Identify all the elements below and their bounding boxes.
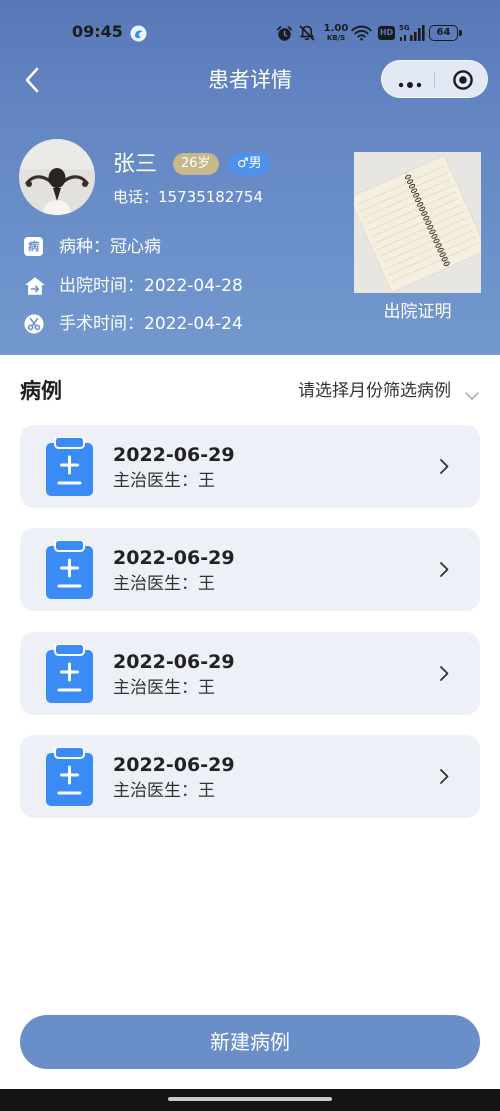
patient-phone: 电话：15735182754 [113,186,263,208]
doctor-label: 主治医生： [113,471,198,491]
target-close-icon[interactable] [452,69,474,91]
network-speed: 1.00 KB/S [323,23,349,43]
discharge-row: 出院时间：2022-04-28 [24,274,324,298]
surgery-label: 手术时间： [59,314,144,334]
discharge-date: 2022-04-28 [144,276,243,296]
clipboard-icon [46,643,93,703]
chevron-down-icon[interactable] [464,386,480,400]
gender-badge: ♂男 [229,153,270,175]
clipboard-icon [46,539,93,599]
doctor-label: 主治医生： [113,574,198,594]
status-time: 09:45 [72,22,123,41]
doctor-name: 王 [198,574,215,594]
disease-label: 病种： [59,237,110,257]
certificate-caption: 出院证明 [383,302,452,322]
mini-program-capsule [381,60,488,98]
chevron-right-icon [438,768,450,785]
chevron-right-icon [438,665,450,682]
surgery-date: 2022-04-24 [144,314,243,334]
battery-icon: 64 [429,25,458,41]
doctor-name: 王 [198,471,215,491]
case-card[interactable]: 2022-06-29 主治医生：王 [20,735,480,818]
battery-nub [459,30,462,36]
patient-name: 张三 [113,152,158,177]
case-doctor: 主治医生：王 [113,676,215,700]
section-title: 病例 [20,379,62,403]
chevron-right-icon [438,458,450,475]
age-badge: 26岁 [173,153,219,175]
new-case-button[interactable]: 新建病例 [20,1015,480,1069]
case-date: 2022-06-29 [113,547,235,569]
doctor-name: 王 [198,678,215,698]
case-date: 2022-06-29 [113,651,235,673]
clipboard-icon [46,746,93,806]
clipboard-icon [46,436,93,496]
mute-icon [298,24,316,46]
wifi-icon [351,25,372,45]
case-doctor: 主治医生：王 [113,779,215,803]
phone-number: 15735182754 [158,188,263,206]
discharge-certificate-photo[interactable] [354,152,481,293]
more-dots-icon[interactable] [397,75,423,88]
discharge-icon [24,276,46,296]
disease-text: 病种：冠心病 [59,235,161,259]
case-doctor: 主治医生：王 [113,572,215,596]
case-card[interactable]: 2022-06-29 主治医生：王 [20,632,480,715]
capsule-divider [434,71,435,89]
case-card[interactable]: 2022-06-29 主治医生：王 [20,425,480,508]
surgery-icon [24,314,46,334]
chevron-right-icon [438,561,450,578]
doctor-name: 王 [198,781,215,801]
doctor-label: 主治医生： [113,781,198,801]
surgery-row: 手术时间：2022-04-24 [24,312,324,336]
alarm-icon [276,25,293,46]
avatar [19,139,95,215]
disease-icon: 病 [24,237,43,256]
phone-label: 电话： [113,188,159,206]
doctor-label: 主治医生： [113,678,198,698]
discharge-label: 出院时间： [59,276,144,296]
case-date: 2022-06-29 [113,444,235,466]
network-speed-unit: KB/S [326,34,346,42]
disease-value: 冠心病 [110,237,161,257]
surgery-text: 手术时间：2022-04-24 [59,312,243,336]
case-card[interactable]: 2022-06-29 主治医生：王 [20,528,480,611]
home-indicator[interactable] [168,1097,332,1101]
hd-indicator: HD [378,26,395,40]
case-date: 2022-06-29 [113,754,235,776]
discharge-text: 出院时间：2022-04-28 [59,274,243,298]
disease-row: 病 病种：冠心病 [24,235,324,259]
case-doctor: 主治医生：王 [113,469,215,493]
month-filter[interactable]: 请选择月份筛选病例 [298,379,451,403]
network-speed-value: 1.00 [323,23,349,34]
signal-icon: 5G [399,24,425,42]
app-notification-icon [130,25,147,42]
